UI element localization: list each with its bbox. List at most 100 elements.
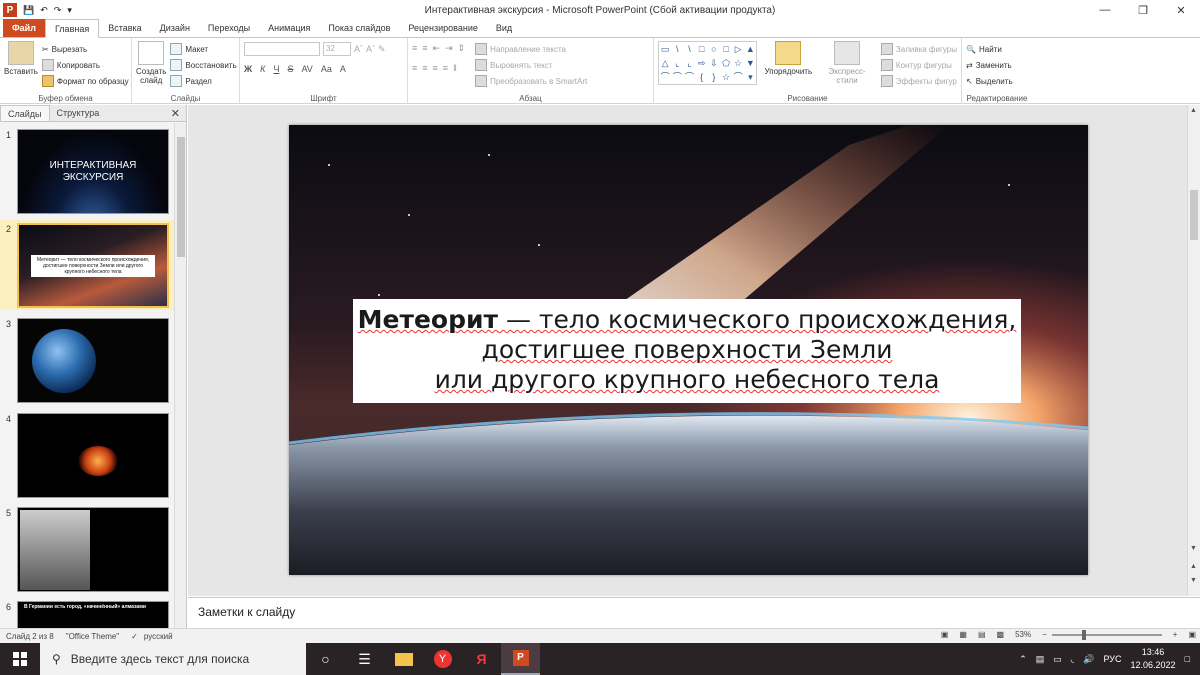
layout-button[interactable]: Макет xyxy=(170,41,236,57)
zoom-slider[interactable] xyxy=(1051,629,1162,640)
curve2-shape-icon[interactable]: ⌒ xyxy=(671,70,683,84)
scroll-up-icon[interactable]: ▲ xyxy=(1190,107,1197,114)
wifi-icon[interactable]: ◟ xyxy=(1071,654,1075,665)
tab-view[interactable]: Вид xyxy=(487,19,521,37)
yandex-icon[interactable]: Я xyxy=(462,643,501,675)
copy-button[interactable]: Копировать xyxy=(41,57,129,73)
line2-shape-icon[interactable]: \ xyxy=(683,42,695,56)
redo-icon[interactable]: ↷ xyxy=(54,5,62,16)
arrange-button[interactable]: Упорядочить xyxy=(763,41,813,89)
columns-icon[interactable]: ‖ xyxy=(453,63,457,73)
yandex-browser-icon[interactable]: Y xyxy=(423,643,462,675)
rect2-shape-icon[interactable]: □ xyxy=(696,42,708,56)
curve-shape-icon[interactable]: ⌒ xyxy=(659,70,671,84)
editor-scroll-thumb[interactable] xyxy=(1190,190,1198,240)
customize-icon[interactable]: ▾ xyxy=(67,5,72,16)
tab-file[interactable]: Файл xyxy=(3,19,45,37)
language[interactable]: русский xyxy=(144,632,173,641)
line-spacing-icon[interactable]: ⇕ xyxy=(458,43,466,54)
fit-slide-icon[interactable]: ▣ xyxy=(1188,630,1196,639)
tab-slides[interactable]: Слайды xyxy=(0,105,50,121)
italic-button[interactable]: К xyxy=(260,64,265,74)
expand-shapes-icon[interactable]: ▾ xyxy=(744,70,756,84)
elbow2-shape-icon[interactable]: ⌞ xyxy=(683,56,695,70)
numbering-icon[interactable]: ≡ xyxy=(422,43,427,54)
indent-more-icon[interactable]: ⇥ xyxy=(445,43,453,54)
slide-thumbnail-5[interactable]: 5 xyxy=(0,504,175,594)
clock[interactable]: 13:46 12.06.2022 xyxy=(1131,646,1176,672)
slide-thumbnail-2[interactable]: 2 Метеорит — тело космического происхожд… xyxy=(0,220,175,310)
font-name-input[interactable] xyxy=(244,42,320,56)
tab-review[interactable]: Рецензирование xyxy=(399,19,487,37)
case-icon[interactable]: Aa xyxy=(321,64,332,74)
paste-button[interactable]: Вставить xyxy=(4,41,38,89)
brace-shape-icon[interactable]: { xyxy=(696,70,708,84)
shapes-gallery[interactable]: ▭ \ \ □ ○ □ ▷ ▲ △ ⌞ ⌞ ⇨ ⇩ ⬠ ☆ ▼ ⌒ ⌒ ⌒{} ☆ ⌒ ▾ xyxy=(658,41,758,85)
sorter-view-icon[interactable]: ▦ xyxy=(959,630,967,639)
scroll-down-icon[interactable]: ▼ xyxy=(1190,545,1197,552)
tab-slideshow[interactable]: Показ слайдов xyxy=(319,19,399,37)
network-icon[interactable]: ▤ xyxy=(1036,654,1045,665)
section-button[interactable]: Раздел xyxy=(170,73,236,89)
windows-start-icon[interactable] xyxy=(0,643,40,675)
slides-scrollbar[interactable] xyxy=(174,123,186,629)
next-slide-icon[interactable]: ▼ xyxy=(1190,577,1197,584)
format-painter-button[interactable]: Формат по образцу xyxy=(41,73,129,89)
justify-icon[interactable]: ≡ xyxy=(443,63,448,73)
slide-thumbnail-3[interactable]: 3 xyxy=(0,315,175,405)
font-size-input[interactable]: 32 xyxy=(323,42,351,56)
elbow-shape-icon[interactable]: ⌞ xyxy=(671,56,683,70)
star-shape-icon[interactable]: ☆ xyxy=(732,56,744,70)
align-center-icon[interactable]: ≡ xyxy=(422,63,427,73)
arrow-shape-icon[interactable]: ▷ xyxy=(732,42,744,56)
zoom-level[interactable]: 53% xyxy=(1015,630,1031,639)
speaker-icon[interactable]: 🔊 xyxy=(1083,654,1094,665)
text-direction-button[interactable]: Направление текста xyxy=(475,41,587,57)
cortana-icon[interactable]: ○ xyxy=(306,643,345,675)
more-shape-icon[interactable]: ▲ xyxy=(744,42,756,56)
spellcheck-icon[interactable]: ✓ xyxy=(131,632,138,641)
close-pane-icon[interactable]: ✕ xyxy=(171,107,180,120)
input-language[interactable]: РУС xyxy=(1103,654,1121,664)
select-button[interactable]: ↖ Выделить xyxy=(966,73,1028,89)
undo-icon[interactable]: ↶ xyxy=(40,5,48,16)
clear-format-icon[interactable]: ✎ xyxy=(378,44,386,55)
line-shape-icon[interactable]: \ xyxy=(671,42,683,56)
align-left-icon[interactable]: ≡ xyxy=(412,63,417,73)
cut-button[interactable]: ✂ Вырезать xyxy=(42,41,129,57)
align-text-button[interactable]: Выровнять текст xyxy=(475,57,587,73)
right-arrow-shape-icon[interactable]: ⇨ xyxy=(696,56,708,70)
tray-chevron-icon[interactable]: ⌃ xyxy=(1019,654,1027,665)
star2-shape-icon[interactable]: ☆ xyxy=(720,70,732,84)
current-slide[interactable]: Метеорит — тело космического происхожден… xyxy=(289,125,1088,575)
tab-insert[interactable]: Вставка xyxy=(99,19,150,37)
notifications-icon[interactable]: □ xyxy=(1185,654,1190,664)
font-color-icon[interactable]: A xyxy=(340,64,346,74)
smartart-button[interactable]: Преобразовать в SmartArt xyxy=(475,73,587,89)
pentagon-shape-icon[interactable]: ⬠ xyxy=(720,56,732,70)
slide-thumbnail-6[interactable]: 6 В Германии есть город, «начинённый» ал… xyxy=(0,598,175,629)
scroll-shape-icon[interactable]: ▼ xyxy=(744,56,756,70)
slide-thumbnail-1[interactable]: 1 ИНТЕРАКТИВНАЯ ЭКСКУРСИЯ xyxy=(0,126,175,216)
powerpoint-taskbar-icon[interactable]: P xyxy=(501,643,540,675)
tab-home[interactable]: Главная xyxy=(44,19,100,38)
bold-button[interactable]: Ж xyxy=(244,64,252,74)
strike-button[interactable]: S xyxy=(287,64,293,74)
down-arrow-shape-icon[interactable]: ⇩ xyxy=(708,56,720,70)
reset-button[interactable]: Восстановить xyxy=(170,57,237,73)
tab-animation[interactable]: Анимация xyxy=(259,19,319,37)
tab-outline[interactable]: Структура xyxy=(50,105,107,121)
minimize-icon[interactable]: — xyxy=(1086,0,1124,20)
quick-styles-button[interactable]: Экспресс-стили xyxy=(819,41,875,89)
notes-pane[interactable]: Заметки к слайду xyxy=(188,597,1200,628)
slideshow-view-icon[interactable]: ▩ xyxy=(997,630,1005,639)
oval-shape-icon[interactable]: ○ xyxy=(708,42,720,56)
curve3-shape-icon[interactable]: ⌒ xyxy=(683,70,695,84)
file-explorer-icon[interactable] xyxy=(384,643,423,675)
bullets-icon[interactable]: ≡ xyxy=(412,43,417,54)
slide-textbox[interactable]: Метеорит — тело космического происхожден… xyxy=(353,299,1021,403)
spacing-icon[interactable]: AV xyxy=(301,64,312,74)
rounded-shape-icon[interactable]: □ xyxy=(720,42,732,56)
shape-fill-button[interactable]: Заливка фигуры xyxy=(880,41,957,57)
battery-icon[interactable]: ▭ xyxy=(1053,654,1062,665)
